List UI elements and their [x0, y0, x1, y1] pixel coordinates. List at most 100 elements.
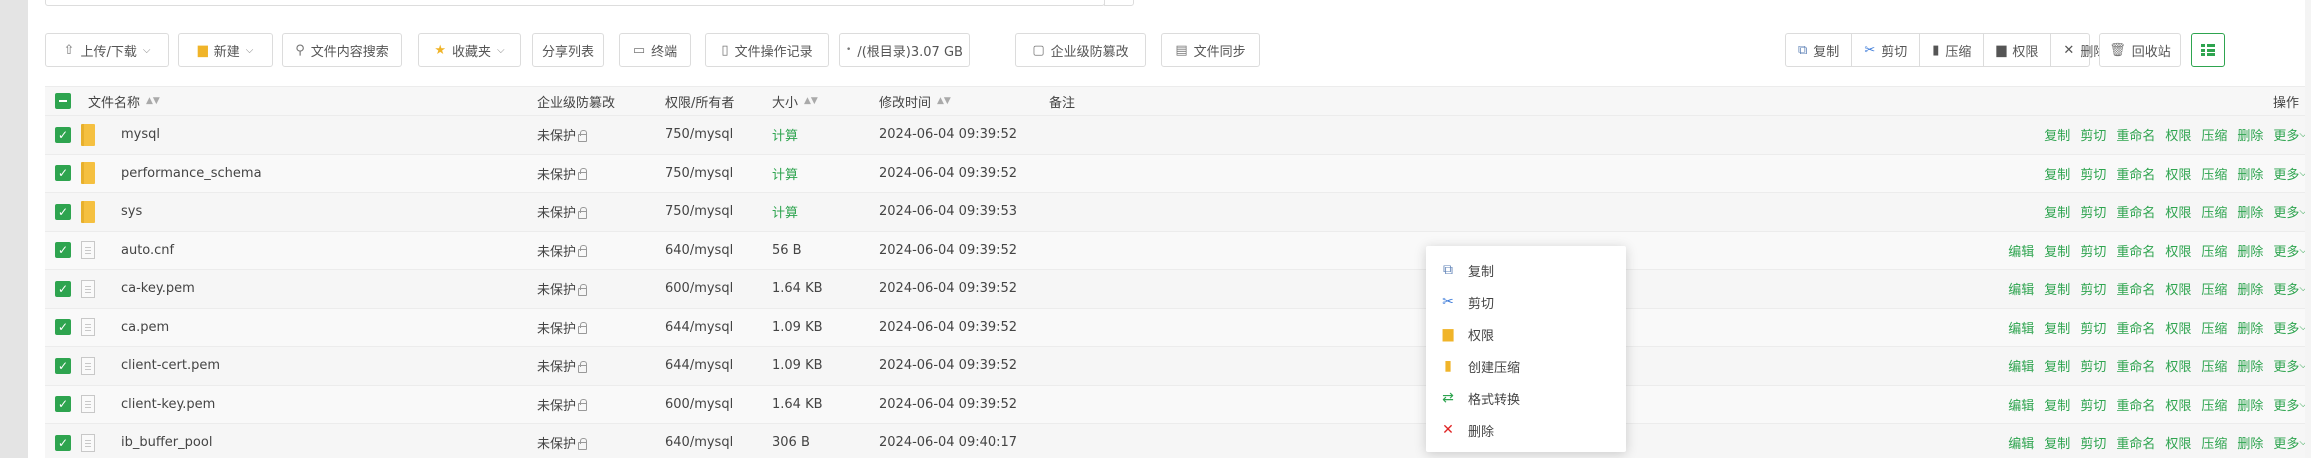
row-checkbox[interactable]: ✓ [55, 270, 71, 308]
row-op-compress[interactable]: 压缩 [2201, 395, 2227, 414]
row-op-cut[interactable]: 剪切 [2080, 241, 2106, 260]
row-op-delete[interactable]: 删除 [2237, 202, 2263, 221]
file-name[interactable]: client-key.pem [121, 386, 215, 424]
batch-permission-button[interactable]: ▆ 权限 [1984, 34, 2052, 66]
row-op-more[interactable]: 更多 [2273, 395, 2299, 414]
row-op-delete[interactable]: 删除 [2237, 318, 2263, 337]
row-op-rename[interactable]: 重命名 [2116, 279, 2155, 298]
file-name[interactable]: ib_buffer_pool [121, 424, 212, 458]
row-op-more[interactable]: 更多 [2273, 164, 2299, 183]
row-op-perm[interactable]: 权限 [2165, 356, 2191, 375]
file-name[interactable]: mysql [121, 116, 160, 154]
table-row[interactable]: ✓ client-cert.pem 未保护 644/mysql 1.09 KB 2024-… [45, 347, 2311, 386]
perm-owner[interactable]: 750/mysql [665, 155, 733, 193]
file-content-search-button[interactable]: ⚲ 文件内容搜索 [282, 33, 402, 67]
perm-owner[interactable]: 640/mysql [665, 424, 733, 458]
row-op-rename[interactable]: 重命名 [2116, 318, 2155, 337]
row-op-perm[interactable]: 权限 [2165, 202, 2191, 221]
file-name[interactable]: ca.pem [121, 309, 169, 347]
row-op-edit[interactable]: 编辑 [2008, 279, 2034, 298]
row-op-copy[interactable]: 复制 [2044, 318, 2070, 337]
row-op-delete[interactable]: 删除 [2237, 279, 2263, 298]
row-op-perm[interactable]: 权限 [2165, 125, 2191, 144]
share-list-button[interactable]: 分享列表 [532, 33, 604, 67]
row-op-more[interactable]: 更多 [2273, 433, 2299, 452]
perm-owner[interactable]: 750/mysql [665, 116, 733, 154]
file-size[interactable]: 计算 [772, 155, 798, 193]
row-op-perm[interactable]: 权限 [2165, 395, 2191, 414]
row-checkbox[interactable]: ✓ [55, 309, 71, 347]
context-menu-create-archive[interactable]: ▮ 创建压缩 [1426, 350, 1626, 382]
tamper-status[interactable]: 未保护 [537, 270, 588, 308]
batch-copy-button[interactable]: ⧉ 复制 [1786, 34, 1853, 66]
file-operation-log-button[interactable]: ▯ 文件操作记录 [705, 33, 829, 67]
new-button[interactable]: ▆ 新建 ⌵ [178, 33, 273, 67]
row-op-copy[interactable]: 复制 [2044, 395, 2070, 414]
row-op-delete[interactable]: 删除 [2237, 125, 2263, 144]
file-name[interactable]: client-cert.pem [121, 347, 220, 385]
row-checkbox[interactable]: ✓ [55, 116, 71, 154]
row-op-cut[interactable]: 剪切 [2080, 279, 2106, 298]
recycle-bin-button[interactable]: 🗑 回收站 [2099, 33, 2181, 67]
row-op-compress[interactable]: 压缩 [2201, 241, 2227, 260]
path-go-button[interactable] [1104, 0, 1134, 6]
row-op-compress[interactable]: 压缩 [2201, 318, 2227, 337]
row-op-rename[interactable]: 重命名 [2116, 202, 2155, 221]
row-op-rename[interactable]: 重命名 [2116, 241, 2155, 260]
row-op-copy[interactable]: 复制 [2044, 164, 2070, 183]
tamper-status[interactable]: 未保护 [537, 347, 588, 385]
row-op-perm[interactable]: 权限 [2165, 241, 2191, 260]
row-checkbox[interactable]: ✓ [55, 386, 71, 424]
perm-owner[interactable]: 600/mysql [665, 270, 733, 308]
row-op-compress[interactable]: 压缩 [2201, 202, 2227, 221]
row-op-copy[interactable]: 复制 [2044, 356, 2070, 375]
header-name[interactable]: 文件名称 ▲▼ [88, 87, 160, 115]
row-op-edit[interactable]: 编辑 [2008, 395, 2034, 414]
row-op-copy[interactable]: 复制 [2044, 241, 2070, 260]
tamper-status[interactable]: 未保护 [537, 155, 588, 193]
tamper-status[interactable]: 未保护 [537, 386, 588, 424]
context-menu-delete[interactable]: ✕ 删除 [1426, 414, 1626, 446]
file-name[interactable]: ca-key.pem [121, 270, 195, 308]
row-op-cut[interactable]: 剪切 [2080, 164, 2106, 183]
row-op-delete[interactable]: 删除 [2237, 395, 2263, 414]
row-op-compress[interactable]: 压缩 [2201, 433, 2227, 452]
favorites-button[interactable]: ★ 收藏夹 ⌵ [418, 33, 521, 67]
row-op-rename[interactable]: 重命名 [2116, 125, 2155, 144]
row-op-compress[interactable]: 压缩 [2201, 356, 2227, 375]
context-menu-copy[interactable]: ⧉ 复制 [1426, 254, 1626, 286]
header-mtime[interactable]: 修改时间 ▲▼ [879, 87, 951, 115]
row-op-compress[interactable]: 压缩 [2201, 164, 2227, 183]
row-op-more[interactable]: 更多 [2273, 125, 2299, 144]
tamper-status[interactable]: 未保护 [537, 116, 588, 154]
row-op-cut[interactable]: 剪切 [2080, 318, 2106, 337]
table-row[interactable]: ✓ ca-key.pem 未保护 600/mysql 1.64 KB 2024-06-04… [45, 270, 2311, 309]
row-op-compress[interactable]: 压缩 [2201, 279, 2227, 298]
row-op-rename[interactable]: 重命名 [2116, 164, 2155, 183]
file-size[interactable]: 计算 [772, 193, 798, 231]
tamper-status[interactable]: 未保护 [537, 232, 588, 270]
tamper-protection-button[interactable]: ▢ 企业级防篡改 [1015, 33, 1146, 67]
row-op-edit[interactable]: 编辑 [2008, 433, 2034, 452]
row-op-edit[interactable]: 编辑 [2008, 356, 2034, 375]
perm-owner[interactable]: 600/mysql [665, 386, 733, 424]
row-op-more[interactable]: 更多 [2273, 279, 2299, 298]
row-op-edit[interactable]: 编辑 [2008, 318, 2034, 337]
context-menu-format-convert[interactable]: ⇄ 格式转换 [1426, 382, 1626, 414]
row-checkbox[interactable]: ✓ [55, 347, 71, 385]
batch-compress-button[interactable]: ▮ 压缩 [1920, 34, 1985, 66]
row-op-copy[interactable]: 复制 [2044, 202, 2070, 221]
path-root-button[interactable]: • /(根目录)3.07 GB [839, 33, 970, 67]
table-row[interactable]: ✓ sys 未保护 750/mysql 计算 2024-06-04 09:39:53 复制剪… [45, 193, 2311, 232]
table-row[interactable]: ✓ mysql 未保护 750/mysql 计算 2024-06-04 09:39:52 复… [45, 116, 2311, 155]
row-op-delete[interactable]: 删除 [2237, 356, 2263, 375]
row-op-rename[interactable]: 重命名 [2116, 395, 2155, 414]
row-checkbox[interactable]: ✓ [55, 232, 71, 270]
row-op-delete[interactable]: 删除 [2237, 241, 2263, 260]
table-row[interactable]: ✓ ib_buffer_pool 未保护 640/mysql 306 B 2024-06-… [45, 424, 2311, 458]
terminal-button[interactable]: ▭ 终端 [619, 33, 691, 67]
header-size[interactable]: 大小 ▲▼ [772, 87, 818, 115]
file-sync-button[interactable]: ▤ 文件同步 [1161, 33, 1260, 67]
perm-owner[interactable]: 750/mysql [665, 193, 733, 231]
row-op-copy[interactable]: 复制 [2044, 279, 2070, 298]
